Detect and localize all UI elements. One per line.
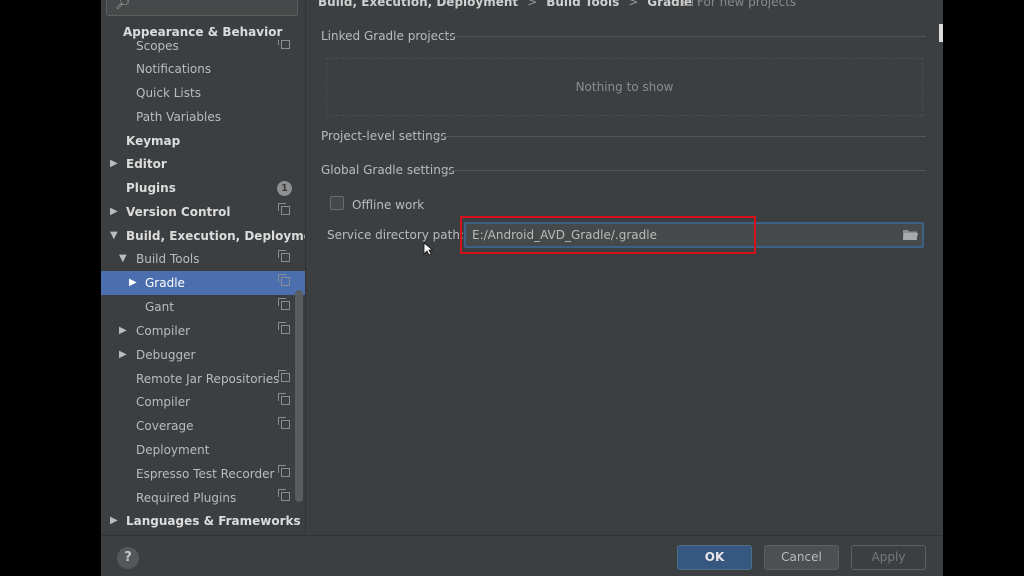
sidebar-item-build-tools[interactable]: ▼ Build Tools	[101, 247, 305, 271]
project-copy-icon	[278, 370, 290, 382]
section-divider	[433, 136, 926, 137]
expand-arrow-icon[interactable]: ▶	[110, 152, 118, 176]
linked-projects-list[interactable]: Nothing to show	[326, 58, 923, 116]
sidebar-item-label: Coverage	[136, 419, 194, 433]
sidebar-item-label: Editor	[126, 157, 167, 171]
settings-sidebar: 🔎︎ Appearance & Behavior Scopes Notifica…	[101, 0, 305, 535]
project-copy-icon	[278, 37, 290, 49]
sidebar-item-gant[interactable]: Gant	[101, 295, 305, 319]
sidebar-item-compiler[interactable]: ▶ Compiler	[101, 319, 305, 343]
breadcrumb-part: Build, Execution, Deployment	[318, 0, 519, 9]
update-count-badge: 1	[277, 181, 292, 196]
expand-arrow-icon[interactable]: ▶	[110, 509, 118, 533]
collapse-arrow-icon[interactable]: ▼	[119, 247, 127, 271]
sidebar-item-label: Path Variables	[136, 110, 222, 124]
sidebar-item-notifications[interactable]: Notifications	[101, 57, 305, 81]
sidebar-item-label: Build Tools	[136, 252, 200, 266]
search-field[interactable]: 🔎︎	[106, 0, 298, 16]
sidebar-item-remote-jar-repositories[interactable]: Remote Jar Repositories	[101, 367, 305, 391]
magnifier-icon: 🔎︎	[115, 0, 131, 10]
sidebar-item-label: Compiler	[136, 324, 191, 338]
sidebar-item-coverage[interactable]: Coverage	[101, 414, 305, 438]
sidebar-item-label: Debugger	[136, 348, 196, 362]
linked-projects-title: Linked Gradle projects	[321, 29, 456, 43]
sidebar-section-header-label: Appearance & Behavior	[123, 25, 283, 39]
project-level-settings-title: Project-level settings	[321, 129, 447, 143]
sidebar-item-compiler-2[interactable]: Compiler	[101, 390, 305, 414]
project-copy-icon	[278, 393, 290, 405]
project-copy-icon	[278, 322, 290, 334]
project-copy-icon	[278, 465, 290, 477]
sidebar-item-label: Gant	[145, 300, 174, 314]
collapse-arrow-icon[interactable]: ▼	[110, 224, 118, 248]
section-divider	[441, 36, 926, 37]
sidebar-item-label: Compiler	[136, 395, 191, 409]
service-directory-label: Service directory path:	[327, 228, 464, 242]
breadcrumb-separator: >	[527, 0, 538, 9]
sidebar-section-header: Appearance & Behavior	[101, 24, 305, 40]
sidebar-item-label: Keymap	[126, 134, 181, 148]
project-copy-icon	[278, 250, 290, 262]
help-button[interactable]: ?	[117, 547, 139, 569]
sidebar-item-keymap[interactable]: Keymap	[101, 129, 305, 153]
sidebar-item-label: Build, Execution, Deployment	[126, 229, 305, 243]
sidebar-item-build-execution-deployment[interactable]: ▼ Build, Execution, Deployment	[101, 224, 305, 248]
expand-arrow-icon[interactable]: ▶	[110, 200, 118, 224]
sidebar-item-label: Languages & Frameworks	[126, 514, 301, 528]
dialog-button-bar: ? OK Cancel Apply	[101, 535, 943, 576]
for-new-projects-hint: For new projects	[683, 0, 796, 9]
sidebar-item-languages-frameworks[interactable]: ▶ Languages & Frameworks	[101, 509, 305, 533]
project-copy-icon	[278, 298, 290, 310]
offline-work-label[interactable]: Offline work	[352, 198, 424, 212]
project-copy-icon	[278, 489, 290, 501]
sidebar-item-gradle[interactable]: ▶ Gradle	[101, 271, 305, 295]
offline-work-checkbox[interactable]	[330, 196, 344, 210]
project-copy-icon	[278, 417, 290, 429]
sidebar-item-label: Version Control	[126, 205, 231, 219]
sidebar-item-label: Quick Lists	[136, 86, 201, 100]
highlight-annotation-box	[460, 216, 756, 254]
breadcrumb-part: Build Tools	[546, 0, 620, 9]
sidebar-item-label: Gradle	[145, 276, 185, 290]
sidebar-item-label: Plugins	[126, 181, 176, 195]
project-copy-icon	[278, 203, 290, 215]
content-scrollbar-thumb[interactable]	[939, 24, 943, 42]
sidebar-item-quick-lists[interactable]: Quick Lists	[101, 81, 305, 105]
sidebar-item-label: Remote Jar Repositories	[136, 372, 280, 386]
expand-arrow-icon[interactable]: ▶	[129, 271, 137, 295]
breadcrumb: Build, Execution, Deployment > Build Tools…	[318, 0, 692, 9]
sidebar-item-label: Deployment	[136, 443, 210, 457]
empty-list-text: Nothing to show	[575, 80, 674, 94]
global-gradle-settings-title: Global Gradle settings	[321, 163, 455, 177]
for-new-projects-label: For new projects	[697, 0, 797, 9]
breadcrumb-separator: >	[628, 0, 639, 9]
sidebar-item-path-variables[interactable]: Path Variables	[101, 105, 305, 129]
sidebar-item-label: Notifications	[136, 62, 212, 76]
sidebar-scrollbar[interactable]	[295, 290, 303, 502]
gradle-settings-panel: Build, Execution, Deployment > Build Tools…	[306, 0, 943, 535]
sidebar-item-deployment[interactable]: Deployment	[101, 438, 305, 462]
sidebar-item-editor[interactable]: ▶ Editor	[101, 152, 305, 176]
copy-icon	[683, 0, 693, 6]
expand-arrow-icon[interactable]: ▶	[119, 319, 127, 343]
expand-arrow-icon[interactable]: ▶	[119, 343, 127, 367]
folder-icon[interactable]	[903, 229, 918, 240]
sidebar-item-label: Espresso Test Recorder	[136, 467, 275, 481]
section-divider	[440, 170, 926, 171]
cancel-button[interactable]: Cancel	[764, 545, 839, 570]
sidebar-item-label: Required Plugins	[136, 491, 237, 505]
sidebar-item-plugins[interactable]: Plugins 1	[101, 176, 305, 200]
ok-button[interactable]: OK	[677, 545, 752, 570]
sidebar-item-version-control[interactable]: ▶ Version Control	[101, 200, 305, 224]
apply-button[interactable]: Apply	[851, 545, 926, 570]
mouse-cursor-icon	[423, 242, 433, 256]
sidebar-item-required-plugins[interactable]: Required Plugins	[101, 486, 305, 510]
settings-dialog: 🔎︎ Appearance & Behavior Scopes Notifica…	[101, 0, 943, 576]
sidebar-item-espresso-test-recorder[interactable]: Espresso Test Recorder	[101, 462, 305, 486]
project-copy-icon	[278, 274, 290, 286]
sidebar-item-debugger[interactable]: ▶ Debugger	[101, 343, 305, 367]
